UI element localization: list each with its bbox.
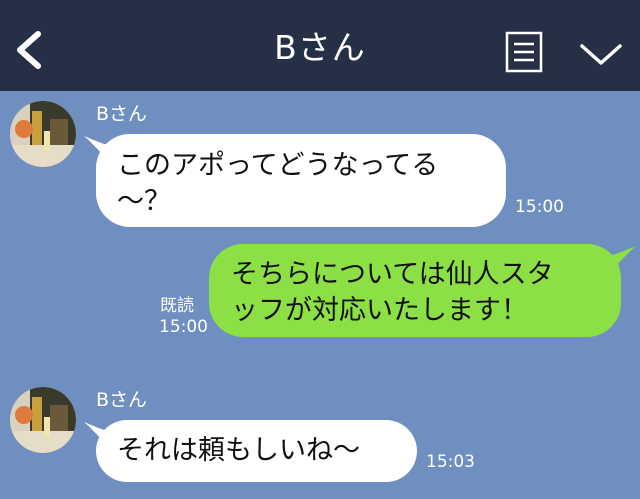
chat-title: Bさん [274,28,366,67]
note-icon [505,31,543,73]
message-timestamp: 15:00 [515,197,564,217]
message-text: それは頼もしいね〜 [117,435,360,466]
chevron-down-icon [580,44,622,65]
message-bubble-incoming[interactable]: このアポってどうなってる 〜？ [96,134,506,227]
message-timestamp: 15:00 [159,317,208,337]
sender-name: Bさん [96,103,148,125]
note-button[interactable] [505,31,543,73]
message-bubble-incoming[interactable]: それは頼もしいね〜 [96,420,417,482]
menu-toggle-button[interactable] [578,38,624,70]
read-receipt: 既読 [160,296,194,316]
profile-photo-icon [10,387,76,453]
profile-photo-icon [10,101,76,167]
avatar[interactable] [10,387,76,453]
sender-name: Bさん [96,389,148,411]
message-bubble-outgoing[interactable]: そちらについては仙人スタ ッフが対応いたします！ [209,244,621,337]
message-timestamp: 15:03 [426,452,475,472]
message-text: 〜？ [117,186,171,217]
chat-header: Bさん [0,0,640,91]
message-text: このアポってどうなってる [117,150,439,181]
message-text: ッフが対応いたします！ [231,295,528,326]
avatar[interactable] [10,101,76,167]
message-text: そちらについては仙人スタ [231,259,554,290]
